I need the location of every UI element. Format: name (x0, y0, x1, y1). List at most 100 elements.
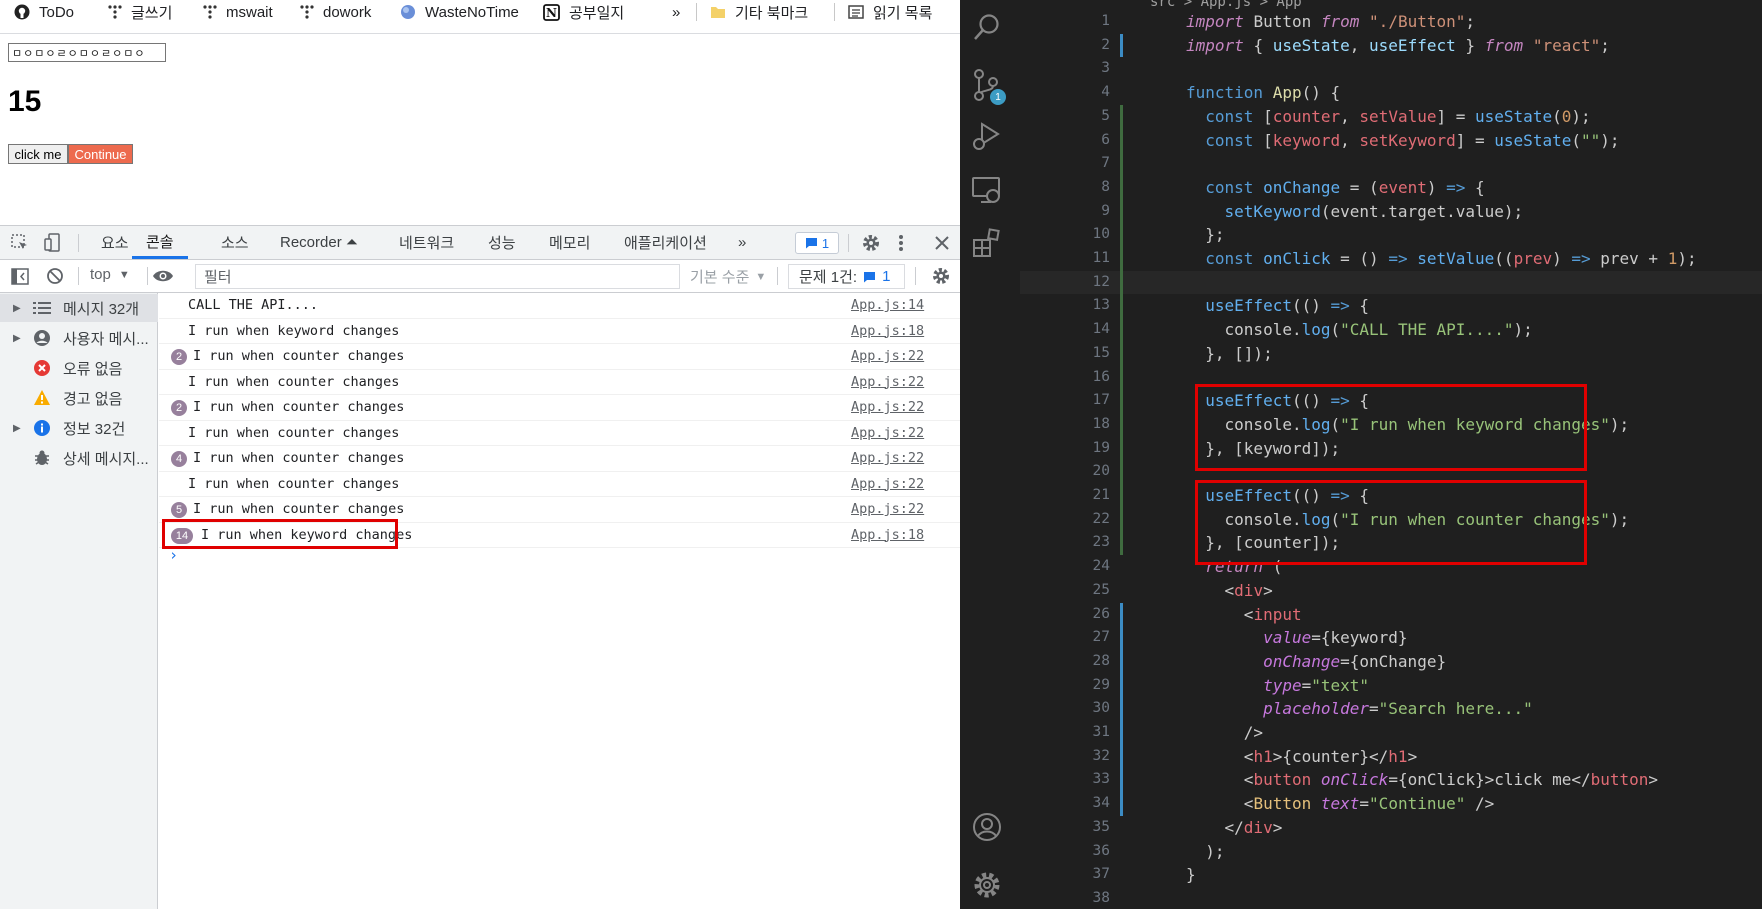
console-message[interactable]: I run when counter changes App.js:22 (159, 472, 960, 497)
code-line[interactable]: 31 /> (1020, 721, 1762, 745)
code-line[interactable]: 12 (1020, 270, 1762, 295)
tab-memory[interactable]: 메모리 (549, 226, 590, 259)
source-link[interactable]: App.js:22 (851, 399, 924, 415)
sidebar-item-messages[interactable]: ▶ 메시지 32개 (0, 294, 158, 322)
source-link[interactable]: App.js:22 (851, 450, 924, 466)
context-selector[interactable]: top ▼ (90, 266, 130, 283)
code-line[interactable]: 37} (1020, 863, 1762, 887)
bookmark-folder-other[interactable]: 기타 북마크 (710, 0, 808, 24)
sidebar-item-errors[interactable]: 오류 없음 (0, 354, 158, 382)
source-link[interactable]: App.js:18 (851, 527, 924, 543)
issues-counter-button[interactable]: 1 (795, 232, 839, 254)
more-tabs-button[interactable]: » (738, 226, 746, 259)
sidebar-item-verbose[interactable]: 상세 메시지... (0, 444, 158, 472)
issues-button[interactable]: 문제 1건: 1 (788, 264, 905, 289)
code-line[interactable]: 32 <h1>{counter}</h1> (1020, 745, 1762, 769)
code-line[interactable]: 25 <div> (1020, 579, 1762, 603)
extensions-icon[interactable] (972, 228, 1002, 258)
search-input[interactable]: ㅁㅇㅁㅇㄹㅇㅁㅇㄹㅇㅁㅇ (8, 43, 166, 62)
source-link[interactable]: App.js:14 (851, 297, 924, 313)
console-message[interactable]: 2 I run when counter changes App.js:22 (159, 395, 960, 421)
run-debug-icon[interactable] (972, 120, 1002, 152)
reading-list-button[interactable]: 읽기 목록 (848, 0, 932, 24)
tab-console[interactable]: 콘솔 (132, 226, 188, 259)
sidebar-item-warnings[interactable]: 경고 없음 (0, 384, 158, 412)
line-number: 33 (1092, 771, 1110, 788)
code-line[interactable]: 9 setKeyword(event.target.value); (1020, 200, 1762, 224)
code-line[interactable]: 3 (1020, 57, 1762, 81)
sidebar-toggle-icon[interactable] (11, 268, 29, 285)
inspect-element-icon[interactable] (11, 234, 29, 252)
breadcrumb[interactable]: src > App.js > App (1150, 0, 1302, 10)
console-message[interactable]: I run when counter changes App.js:22 (159, 421, 960, 446)
search-icon[interactable] (972, 12, 1002, 44)
account-icon[interactable] (972, 812, 1002, 842)
code-line[interactable]: 34 <Button text="Continue" /> (1020, 792, 1762, 816)
console-message[interactable]: CALL THE API.... App.js:14 (159, 293, 960, 319)
source-link[interactable]: App.js:22 (851, 348, 924, 364)
tab-elements[interactable]: 요소 (101, 226, 129, 259)
source-link[interactable]: App.js:22 (851, 501, 924, 517)
source-link[interactable]: App.js:22 (851, 476, 924, 492)
remote-explorer-icon[interactable] (971, 176, 1003, 206)
code-line[interactable]: 33 <button onClick={onClick}>click me</b… (1020, 768, 1762, 792)
code-line[interactable]: 28 onChange={onChange} (1020, 650, 1762, 674)
live-expression-eye-icon[interactable] (152, 269, 174, 283)
click-me-button[interactable]: click me (8, 144, 68, 164)
tab-application[interactable]: 애플리케이션 (624, 226, 707, 259)
source-link[interactable]: App.js:22 (851, 425, 924, 441)
code-line[interactable]: 8 const onChange = (event) => { (1020, 176, 1762, 200)
code-line[interactable]: 27 value={keyword} (1020, 626, 1762, 650)
bookmark-dowork[interactable]: dowork (300, 0, 371, 24)
console-filter-input[interactable]: 필터 (195, 264, 680, 289)
source-link[interactable]: App.js:22 (851, 374, 924, 390)
console-message[interactable]: I run when keyword changes App.js:18 (159, 319, 960, 344)
bookmark-mswait[interactable]: mswait (203, 0, 273, 24)
tab-performance[interactable]: 성능 (488, 226, 516, 259)
bookmark-write[interactable]: 글쓰기 (108, 0, 172, 24)
code-line[interactable]: 30 placeholder="Search here..." (1020, 697, 1762, 721)
sidebar-item-info[interactable]: ▶ 정보 32건 (0, 414, 158, 442)
log-level-dropdown[interactable]: 기본 수준 ▼ (690, 266, 766, 287)
continue-button[interactable]: Continue (68, 144, 133, 164)
settings-gear-icon[interactable] (861, 233, 881, 253)
code-editor[interactable]: 1 import Button from "./Button"; 2 import {… (1020, 0, 1762, 909)
code-line[interactable]: 2 import { useState, useEffect } from "re… (1020, 34, 1762, 58)
bookmarks-more-button[interactable]: » (672, 0, 680, 24)
code-line[interactable]: 36 ); (1020, 840, 1762, 864)
code-line[interactable]: 4 function App() { (1020, 81, 1762, 105)
code-line[interactable]: 26 <input (1020, 603, 1762, 627)
console-message[interactable]: 4 I run when counter changes App.js:22 (159, 446, 960, 472)
manage-gear-icon[interactable] (972, 870, 1002, 900)
source-link[interactable]: App.js:18 (851, 323, 924, 339)
clear-console-icon[interactable] (46, 267, 64, 285)
code-line[interactable]: 15 }, []); (1020, 342, 1762, 366)
code-line[interactable]: 1 import Button from "./Button"; (1020, 10, 1762, 34)
code-line[interactable]: 11 const onClick = () => setValue((prev)… (1020, 247, 1762, 271)
tab-sources[interactable]: 소스 (221, 226, 249, 259)
code-line[interactable]: 38 (1020, 887, 1762, 909)
device-toolbar-icon[interactable] (44, 233, 62, 253)
code-line[interactable]: 6 const [keyword, setKeyword] = useState… (1020, 129, 1762, 153)
bookmark-study-log[interactable]: N 공부일지 (543, 0, 624, 24)
code-line[interactable]: 10 }; (1020, 223, 1762, 247)
console-message[interactable]: 2 I run when counter changes App.js:22 (159, 344, 960, 370)
bookmark-todo[interactable]: ToDo (14, 0, 74, 24)
code-line[interactable]: 14 console.log("CALL THE API...."); (1020, 318, 1762, 342)
close-icon[interactable] (935, 236, 949, 250)
code-line[interactable]: 29 type="text" (1020, 674, 1762, 698)
code-line[interactable]: 35 </div> (1020, 816, 1762, 840)
kebab-menu-icon[interactable] (898, 233, 904, 253)
console-message[interactable]: I run when counter changes App.js:22 (159, 370, 960, 395)
expand-arrow-icon[interactable]: ▶ (13, 303, 21, 314)
console-settings-gear-icon[interactable] (931, 266, 951, 286)
code-line[interactable]: 13 useEffect(() => { (1020, 294, 1762, 318)
expand-arrow-icon[interactable]: ▶ (13, 333, 21, 344)
expand-arrow-icon[interactable]: ▶ (13, 423, 21, 434)
code-line[interactable]: 5 const [counter, setValue] = useState(0… (1020, 105, 1762, 129)
tab-network[interactable]: 네트워크 (399, 226, 454, 259)
sidebar-item-user-messages[interactable]: ▶ 사용자 메시... (0, 324, 158, 352)
bookmark-wastenotime[interactable]: WasteNoTime (400, 0, 519, 24)
code-line[interactable]: 7 (1020, 152, 1762, 176)
tab-recorder[interactable]: Recorder ⏶ (280, 226, 358, 259)
